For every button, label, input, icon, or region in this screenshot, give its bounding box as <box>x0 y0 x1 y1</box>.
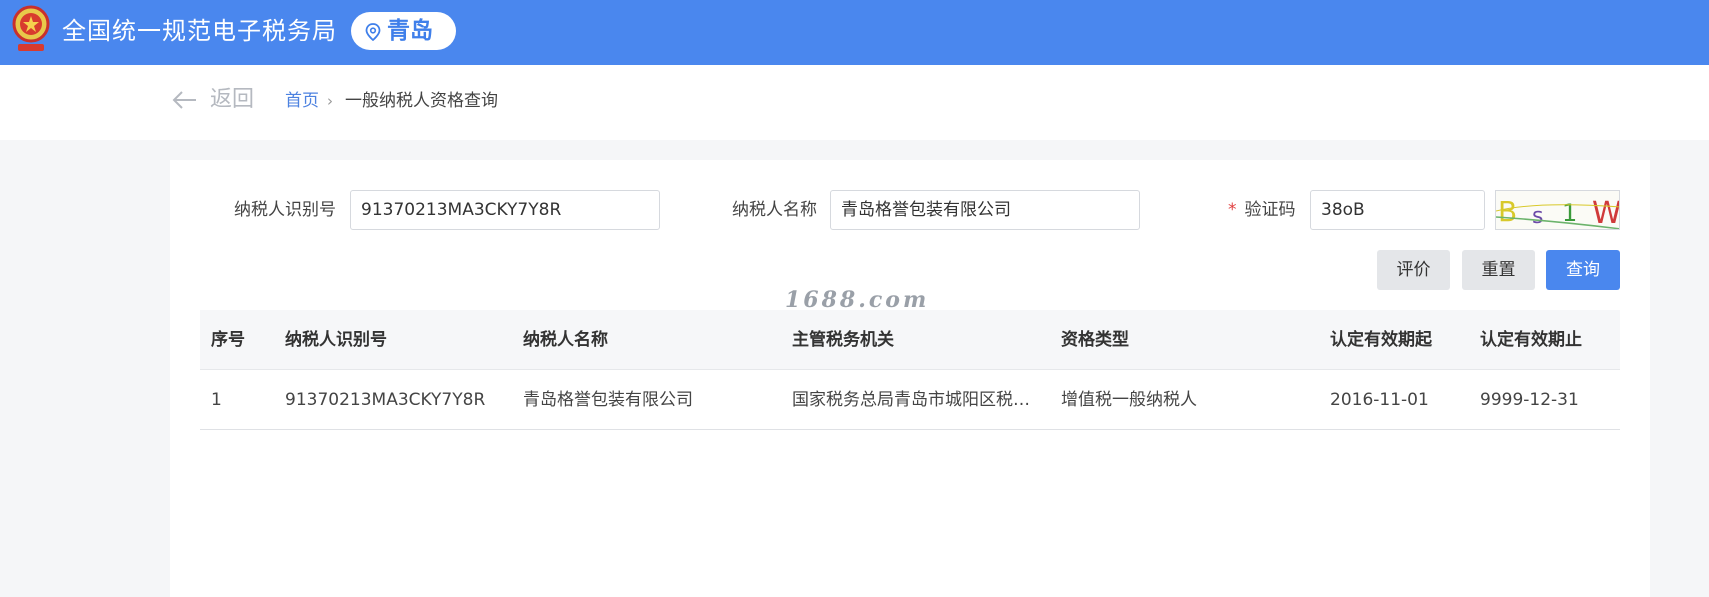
evaluate-button[interactable]: 评价 <box>1377 250 1450 290</box>
table-cell: 国家税务总局青岛市城阳区税… <box>792 390 1030 410</box>
captcha-char: B <box>1498 195 1517 228</box>
table-cell: 2016-11-01 <box>1330 390 1429 410</box>
query-button[interactable]: 查询 <box>1546 250 1620 290</box>
table-cell: 青岛格誉包装有限公司 <box>523 390 693 410</box>
column-header: 认定有效期止 <box>1480 330 1582 350</box>
required-mark: * <box>1228 200 1237 220</box>
captcha-char: W <box>1592 196 1620 230</box>
taxpayer-name-input[interactable]: 青岛格誉包装有限公司 <box>830 190 1140 230</box>
column-header: 资格类型 <box>1061 330 1129 350</box>
table-cell: 91370213MA3CKY7Y8R <box>285 390 486 410</box>
taxpayer-id-input[interactable]: 91370213MA3CKY7Y8R <box>350 190 660 230</box>
breadcrumb-current: 一般纳税人资格查询 <box>345 91 498 111</box>
taxpayer-id-label: 纳税人识别号 <box>234 200 336 220</box>
column-header: 序号 <box>211 330 245 350</box>
reset-button[interactable]: 重置 <box>1462 250 1535 290</box>
back-button[interactable]: 返回 <box>210 85 254 115</box>
national-emblem-icon <box>12 5 50 51</box>
table-cell: 增值税一般纳税人 <box>1061 390 1197 410</box>
city-selector[interactable]: 青岛 <box>351 12 456 50</box>
breadcrumb-home-link[interactable]: 首页 <box>285 89 319 113</box>
site-title: 全国统一规范电子税务局 <box>62 17 337 45</box>
captcha-char: s <box>1532 204 1543 229</box>
table-cell: 9999-12-31 <box>1480 390 1579 410</box>
column-header: 纳税人名称 <box>523 330 608 350</box>
breadcrumb-separator: › <box>327 92 333 110</box>
breadcrumb: 返回 首页 › 一般纳税人资格查询 <box>0 65 1709 140</box>
captcha-label: * 验证码 <box>1228 198 1296 222</box>
table-row[interactable]: 1 91370213MA3CKY7Y8R 青岛格誉包装有限公司 国家税务总局青岛… <box>200 370 1620 430</box>
column-header: 主管税务机关 <box>792 330 894 350</box>
captcha-label-text: 验证码 <box>1244 200 1296 220</box>
captcha-input[interactable]: 38oB <box>1310 190 1485 230</box>
table-cell: 1 <box>211 390 222 410</box>
captcha-image[interactable]: B s 1 W <box>1495 190 1620 230</box>
top-header: 全国统一规范电子税务局 青岛 <box>0 0 1709 65</box>
location-pin-icon <box>365 23 381 41</box>
column-header: 纳税人识别号 <box>285 330 387 350</box>
table-header: 序号 纳税人识别号 纳税人名称 主管税务机关 资格类型 认定有效期起 认定有效期… <box>200 310 1620 370</box>
taxpayer-name-label: 纳税人名称 <box>732 200 817 220</box>
back-arrow-icon[interactable] <box>172 90 198 110</box>
column-header: 认定有效期起 <box>1330 330 1432 350</box>
city-name: 青岛 <box>387 18 433 44</box>
